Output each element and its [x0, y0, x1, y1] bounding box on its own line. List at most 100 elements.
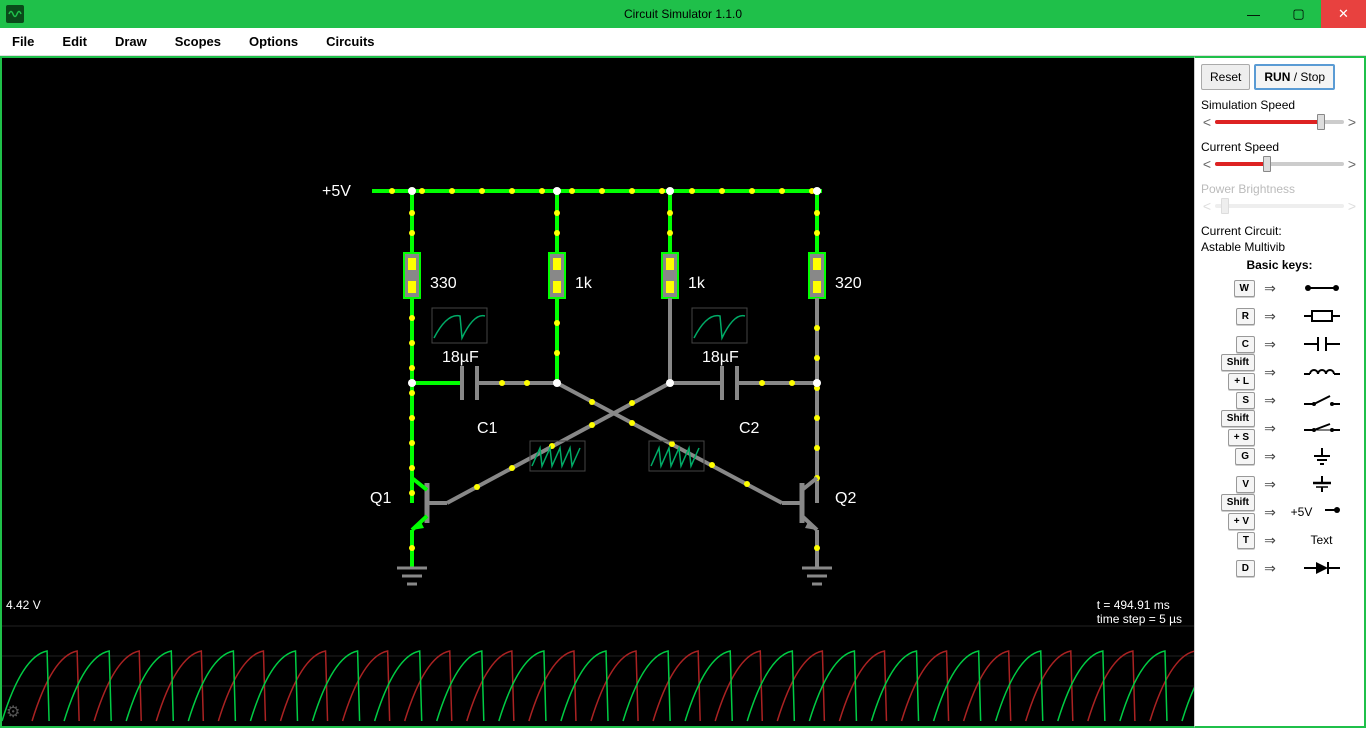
text-icon: Text — [1285, 533, 1358, 547]
key-row-vplus[interactable]: Shift+ V⇒+5V — [1201, 500, 1358, 524]
menu-circuits[interactable]: Circuits — [326, 34, 374, 49]
key-row-inductor[interactable]: Shift+ L⇒ — [1201, 360, 1358, 384]
arrow-icon: ⇒ — [1261, 336, 1279, 353]
resistor-column-2: 1k — [549, 191, 593, 383]
workspace: +5V 330 1k — [0, 56, 1366, 728]
key-badge: D — [1236, 560, 1255, 577]
key-row-wire[interactable]: W⇒ — [1201, 276, 1358, 300]
gear-icon[interactable]: ⚙ — [6, 702, 20, 722]
oscilloscope[interactable]: 4.42 V t = 494.91 ms time step = 5 µs ⚙ — [2, 596, 1194, 726]
switch-closed-icon — [1285, 418, 1358, 438]
capacitor-icon — [1285, 334, 1358, 354]
circuit-name: Astable Multivib — [1201, 240, 1358, 254]
key-row-switch-open[interactable]: S⇒ — [1201, 388, 1358, 412]
menu-draw[interactable]: Draw — [115, 34, 147, 49]
arrow-left-icon: < — [1201, 198, 1213, 214]
scope-voltage: 4.42 V — [6, 598, 41, 612]
resistor-icon — [1285, 306, 1358, 326]
arrow-icon: ⇒ — [1261, 560, 1279, 577]
key-badge: W — [1234, 280, 1255, 297]
menubar: File Edit Draw Scopes Options Circuits — [0, 28, 1366, 56]
key-badge: + V — [1228, 513, 1255, 530]
svg-text:18µF: 18µF — [702, 349, 739, 366]
reset-button[interactable]: Reset — [1201, 64, 1250, 90]
key-badge: + S — [1228, 429, 1255, 446]
arrow-right-icon[interactable]: > — [1346, 156, 1358, 172]
svg-text:C2: C2 — [739, 420, 760, 437]
arrow-icon: ⇒ — [1261, 448, 1279, 465]
maximize-button[interactable]: ▢ — [1276, 0, 1321, 28]
capacitor-c2: 18µF C2 — [670, 349, 817, 437]
arrow-icon: ⇒ — [1261, 308, 1279, 325]
arrow-icon: ⇒ — [1261, 532, 1279, 549]
arrow-icon: ⇒ — [1261, 280, 1279, 297]
key-row-ground[interactable]: G⇒ — [1201, 444, 1358, 468]
canvas[interactable]: +5V 330 1k — [0, 56, 1194, 728]
arrow-icon: ⇒ — [1261, 504, 1279, 521]
key-badge: + L — [1228, 373, 1255, 390]
key-badge: R — [1236, 308, 1255, 325]
circuit-svg: +5V 330 1k — [2, 58, 1194, 618]
key-badge: V — [1236, 476, 1255, 493]
slider-sim-speed[interactable]: Simulation Speed < > — [1201, 98, 1358, 130]
key-row-resistor[interactable]: R⇒ — [1201, 304, 1358, 328]
key-badge: Shift — [1221, 354, 1255, 371]
capacitor-c1: 18µF C1 — [412, 349, 557, 437]
key-badge: G — [1235, 448, 1255, 465]
svg-text:1k: 1k — [575, 275, 593, 292]
key-row-switch-closed[interactable]: Shift+ S⇒ — [1201, 416, 1358, 440]
scope-wave — [2, 596, 1194, 726]
key-row-capacitor[interactable]: C⇒ — [1201, 332, 1358, 356]
menu-options[interactable]: Options — [249, 34, 298, 49]
wire-icon — [1285, 278, 1358, 298]
voltage-icon — [1285, 474, 1358, 494]
key-badge: S — [1236, 392, 1255, 409]
arrow-right-icon: > — [1346, 198, 1358, 214]
svg-text:Q1: Q1 — [370, 490, 391, 507]
svg-text:C1: C1 — [477, 420, 498, 437]
menu-scopes[interactable]: Scopes — [175, 34, 221, 49]
svg-text:18µF: 18µF — [442, 349, 479, 366]
arrow-icon: ⇒ — [1261, 420, 1279, 437]
arrow-icon: ⇒ — [1261, 476, 1279, 493]
transistor-q1: Q1 — [370, 478, 447, 584]
slider-current-speed[interactable]: Current Speed < > — [1201, 140, 1358, 172]
minimize-button[interactable]: — — [1231, 0, 1276, 28]
sidebar: Reset RUN / Stop Simulation Speed < > Cu… — [1194, 56, 1366, 728]
svg-text:330: 330 — [430, 275, 457, 292]
resistor-column-3: 1k — [662, 191, 706, 383]
circuit-label: Current Circuit: — [1201, 224, 1358, 238]
current-dots-top — [389, 188, 815, 194]
resistor-column-1: 330 — [404, 191, 457, 503]
svg-text:320: 320 — [835, 275, 862, 292]
inductor-icon — [1285, 362, 1358, 382]
svg-text:Q2: Q2 — [835, 490, 856, 507]
run-stop-button[interactable]: RUN / Stop — [1254, 64, 1335, 90]
scope-time-info: t = 494.91 ms time step = 5 µs — [1097, 598, 1182, 626]
key-badge: T — [1237, 532, 1255, 549]
key-row-voltage[interactable]: V⇒ — [1201, 472, 1358, 496]
crossover — [447, 383, 782, 503]
titlebar: Circuit Simulator 1.1.0 — ▢ ✕ — [0, 0, 1366, 28]
key-badge: Shift — [1221, 410, 1255, 427]
mini-scope-1 — [432, 308, 487, 343]
close-button[interactable]: ✕ — [1321, 0, 1366, 28]
key-row-diode[interactable]: D⇒ — [1201, 556, 1358, 580]
ground-icon — [1285, 446, 1358, 466]
key-row-text[interactable]: T ⇒ Text — [1201, 528, 1358, 552]
switch-open-icon — [1285, 390, 1358, 410]
menu-edit[interactable]: Edit — [62, 34, 87, 49]
arrow-icon: ⇒ — [1261, 392, 1279, 409]
arrow-left-icon[interactable]: < — [1201, 156, 1213, 172]
key-badge: Shift — [1221, 494, 1255, 511]
menu-file[interactable]: File — [12, 34, 34, 49]
svg-text:1k: 1k — [688, 275, 706, 292]
label-5v: +5V — [322, 183, 351, 200]
window-title: Circuit Simulator 1.1.0 — [624, 7, 742, 21]
vplus-icon: +5V — [1285, 500, 1358, 525]
arrow-left-icon[interactable]: < — [1201, 114, 1213, 130]
arrow-icon: ⇒ — [1261, 364, 1279, 381]
arrow-right-icon[interactable]: > — [1346, 114, 1358, 130]
resistor-column-4: 320 — [809, 191, 862, 503]
keys-title: Basic keys: — [1201, 258, 1358, 272]
